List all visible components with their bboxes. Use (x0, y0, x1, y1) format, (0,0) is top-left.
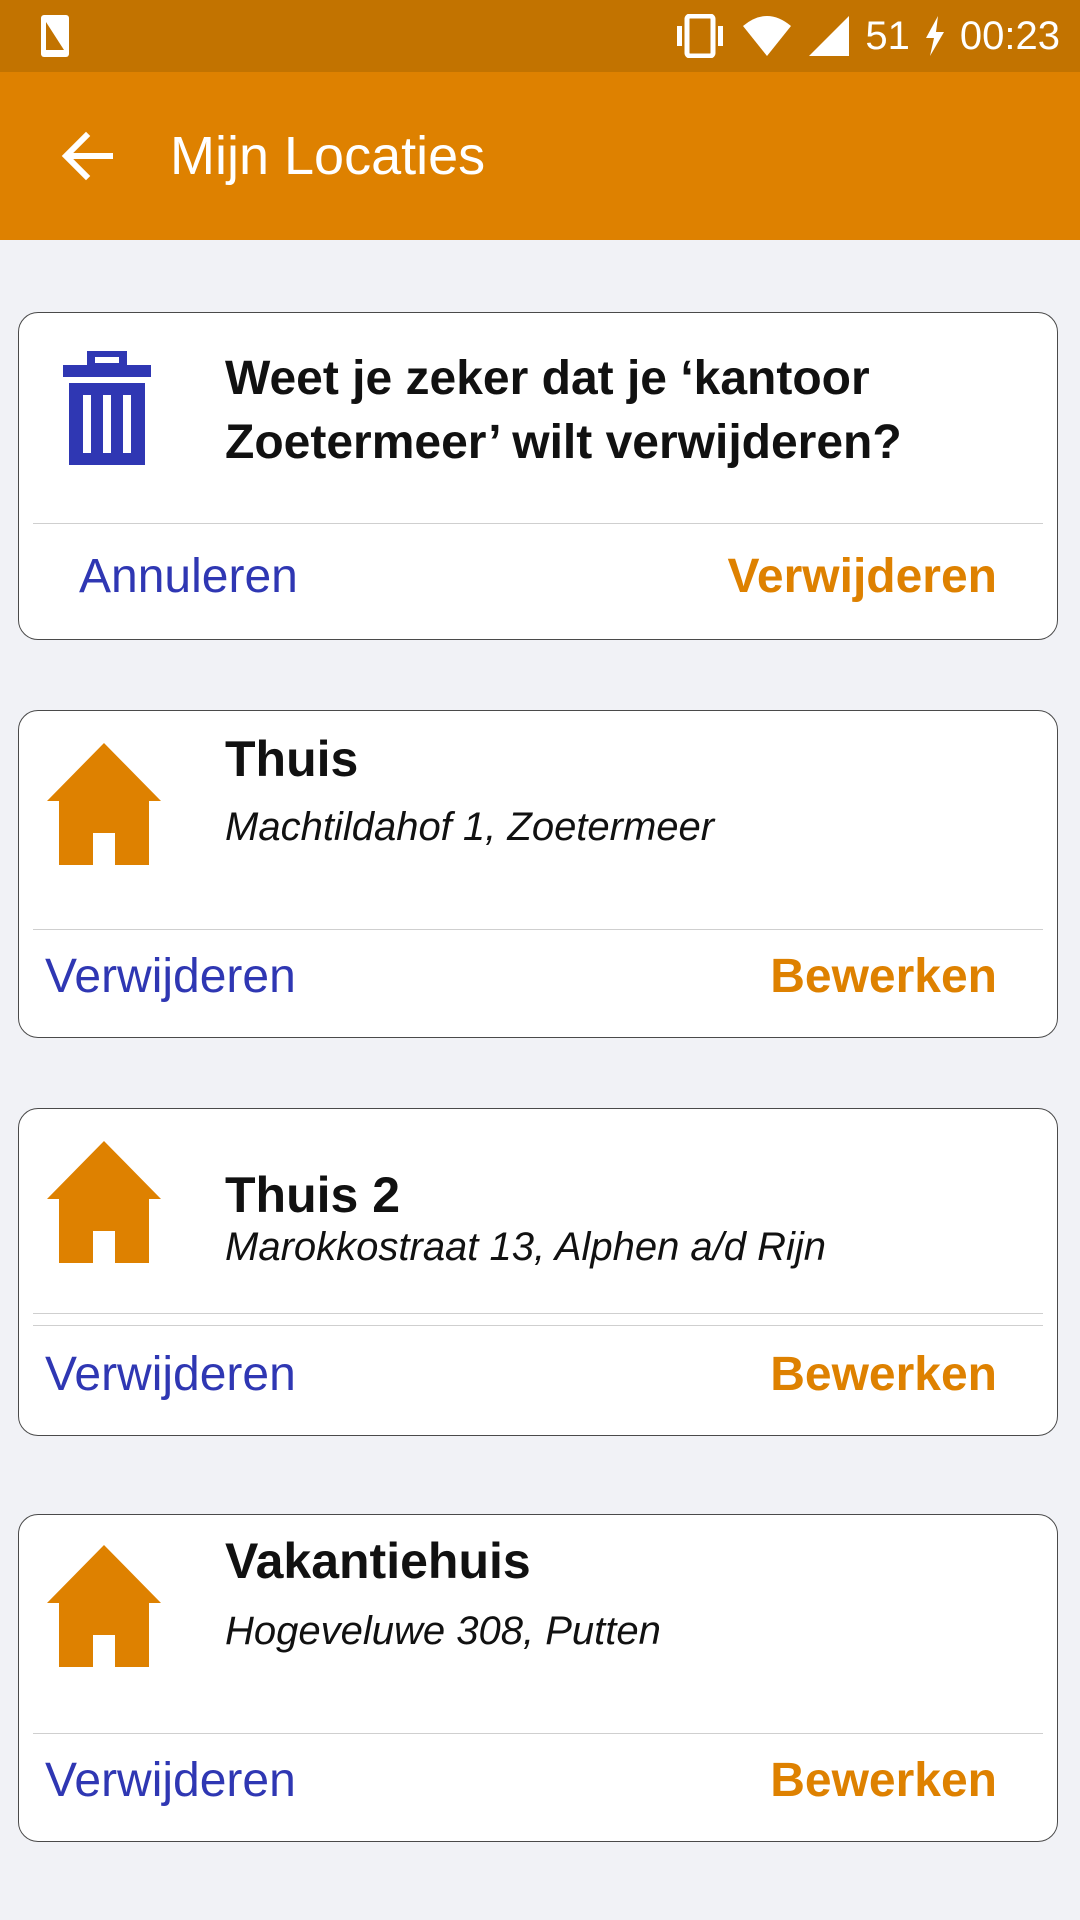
signal-icon (809, 16, 850, 56)
location-name: Thuis (225, 731, 359, 787)
divider (33, 523, 1043, 524)
status-bar: 51 00:23 (0, 0, 1080, 72)
clock: 00:23 (959, 13, 1060, 58)
confirm-delete-button[interactable]: Verwijderen (728, 547, 997, 607)
delete-location-button[interactable]: Verwijderen (45, 1345, 296, 1405)
location-card: Thuis 2 Marokkostraat 13, Alphen a/d Rij… (18, 1108, 1058, 1436)
confirm-message: Weet je zeker dat je ‘kantoor Zoetermeer… (225, 352, 902, 469)
app-bar: Mijn Locaties (0, 72, 1080, 240)
divider (33, 1313, 1043, 1314)
house-icon (47, 743, 161, 865)
location-name: Vakantiehuis (225, 1533, 531, 1589)
vibrate-icon (677, 14, 724, 58)
arrow-left-icon[interactable] (56, 124, 120, 188)
location-name: Thuis 2 (225, 1167, 401, 1223)
location-address: Hogeveluwe 308, Putten (225, 1609, 661, 1653)
page-title: Mijn Locaties (170, 126, 486, 186)
location-card: Thuis Machtildahof 1, Zoetermeer Verwijd… (18, 710, 1058, 1038)
divider (33, 929, 1043, 930)
location-card: Vakantiehuis Hogeveluwe 308, Putten Verw… (18, 1514, 1058, 1842)
location-address: Marokkostraat 13, Alphen a/d Rijn (225, 1225, 827, 1269)
battery-level: 51 (865, 13, 910, 58)
trash-icon (63, 351, 151, 465)
delete-location-button[interactable]: Verwijderen (45, 1751, 296, 1811)
divider (33, 1325, 1043, 1326)
divider (33, 1733, 1043, 1734)
edit-location-button[interactable]: Bewerken (770, 1751, 997, 1811)
cancel-button[interactable]: Annuleren (79, 547, 298, 607)
delete-location-button[interactable]: Verwijderen (45, 947, 296, 1007)
edit-location-button[interactable]: Bewerken (770, 947, 997, 1007)
wifi-icon (743, 16, 792, 56)
house-icon (47, 1141, 161, 1263)
house-icon (47, 1545, 161, 1667)
charging-icon (925, 16, 944, 56)
edit-location-button[interactable]: Bewerken (770, 1345, 997, 1405)
location-address: Machtildahof 1, Zoetermeer (225, 805, 715, 849)
screenshot-icon (41, 15, 69, 57)
delete-confirm-card: Weet je zeker dat je ‘kantoor Zoetermeer… (18, 312, 1058, 640)
